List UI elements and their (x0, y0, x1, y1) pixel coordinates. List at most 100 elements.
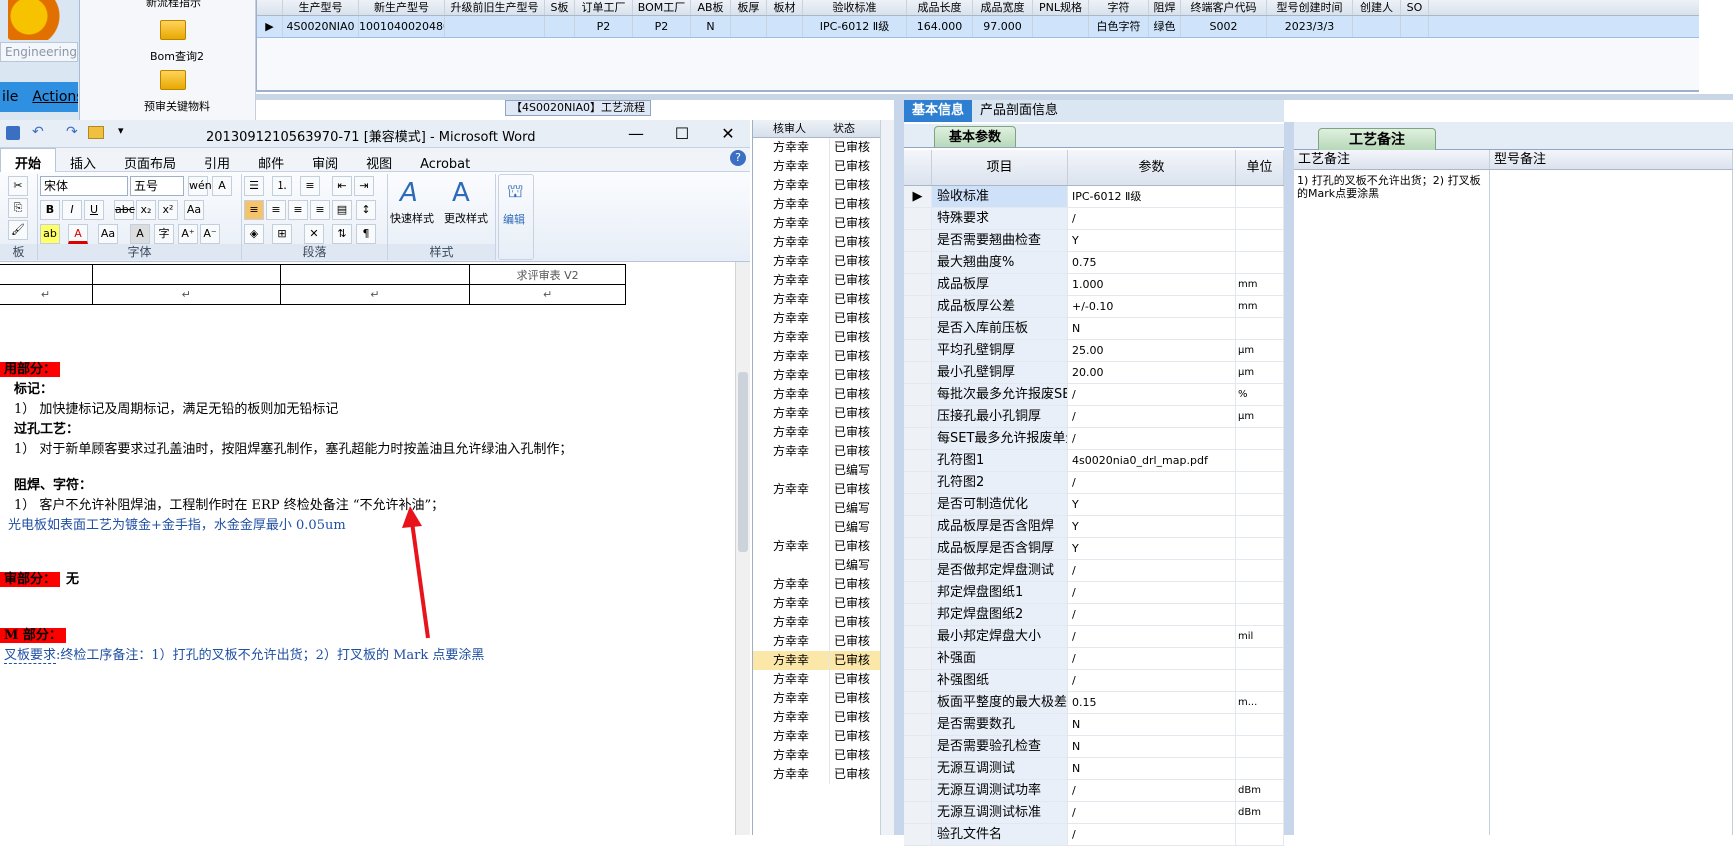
col-unit[interactable]: 单位 (1236, 150, 1284, 185)
model-grid-cell[interactable] (731, 16, 767, 37)
distributed-icon[interactable]: ▤ (332, 200, 352, 220)
param-value[interactable]: 0.15 (1068, 692, 1236, 713)
qat-dropdown-icon[interactable]: ▾ (118, 124, 124, 137)
col-reviewer[interactable]: 核审人 (753, 120, 829, 137)
param-value[interactable]: 25.00 (1068, 340, 1236, 361)
minimize-icon[interactable]: — (622, 124, 650, 144)
param-row[interactable]: 最大翘曲度% 0.75 (904, 252, 1284, 274)
param-row[interactable]: 板面平整度的最大极差 0.15 m... (904, 692, 1284, 714)
model-grid-cell[interactable]: 2023/3/3 (1267, 16, 1353, 37)
param-value[interactable]: Y (1068, 538, 1236, 559)
italic-icon[interactable]: I (62, 200, 82, 220)
col-item[interactable]: 项目 (932, 150, 1068, 185)
model-grid-col[interactable]: 升级前旧生产型号 (445, 0, 545, 15)
review-scrollbar[interactable] (880, 120, 894, 835)
review-row[interactable]: 方幸幸 已审核 (753, 575, 892, 594)
review-row[interactable]: 方幸幸 已审核 (753, 670, 892, 689)
clear-format-icon[interactable]: Aa (184, 200, 204, 220)
model-grid-cell[interactable]: 97.000 (973, 16, 1033, 37)
model-grid-cell[interactable] (445, 16, 545, 37)
numbering-icon[interactable]: ⒈ (272, 176, 292, 196)
process-note-cell[interactable]: 1) 打孔的叉板不允许出货；2) 打叉板的Mark点要涂黑 (1294, 170, 1490, 835)
model-grid-col[interactable]: 生产型号 (283, 0, 359, 15)
model-grid-col[interactable]: 板厚 (731, 0, 767, 15)
param-value[interactable]: Y (1068, 494, 1236, 515)
review-row[interactable]: 方幸幸 已审核 (753, 366, 892, 385)
param-row[interactable]: 无源互调测试功率 / dBm (904, 780, 1284, 802)
model-grid-col[interactable]: PNL规格 (1033, 0, 1089, 15)
param-value[interactable]: / (1068, 670, 1236, 691)
tool-pre-material[interactable]: 预审关键物料 (144, 98, 210, 114)
param-value[interactable]: / (1068, 802, 1236, 823)
review-row[interactable]: 方幸幸 已审核 (753, 195, 892, 214)
tab-insert[interactable]: 插入 (56, 149, 110, 173)
model-grid-cell[interactable]: ▶ (257, 16, 283, 37)
param-row[interactable]: 是否需要数孔 N (904, 714, 1284, 736)
param-row[interactable]: 无源互调测试 N (904, 758, 1284, 780)
model-grid-cell[interactable]: 4S0020NIA0 (283, 16, 359, 37)
font-name-select[interactable]: 宋体 (40, 176, 128, 196)
review-row[interactable]: 方幸幸 已审核 (753, 252, 892, 271)
tab-layout[interactable]: 页面布局 (110, 149, 190, 173)
col-process-note[interactable]: 工艺备注 (1294, 150, 1490, 169)
review-row[interactable]: 方幸幸 已审核 (753, 385, 892, 404)
char-shading-icon[interactable]: A (130, 224, 150, 244)
vertical-splitter[interactable] (1284, 122, 1294, 835)
model-grid-cell[interactable]: 白色字符 (1089, 16, 1149, 37)
tool-bom-query[interactable]: Bom查询2 (150, 48, 204, 64)
review-row[interactable]: 已编写 (753, 499, 892, 518)
font-size-select[interactable]: 五号 (130, 176, 184, 196)
review-row[interactable]: 方幸幸 已审核 (753, 480, 892, 499)
model-grid-cell[interactable]: IPC-6012 Ⅱ级 (803, 16, 907, 37)
process-flow-tab[interactable]: 【4S0020NIA0】工艺流程 (505, 100, 651, 116)
close-icon[interactable]: ✕ (714, 124, 742, 144)
redo-icon[interactable]: ↷ (66, 124, 78, 140)
param-value[interactable]: 20.00 (1068, 362, 1236, 383)
param-value[interactable]: / (1068, 560, 1236, 581)
justify-icon[interactable]: ≡ (310, 200, 330, 220)
param-value[interactable]: / (1068, 780, 1236, 801)
table-cell-review-form[interactable]: 求评审表 V2 (469, 264, 626, 285)
model-grid-col[interactable]: 订单工厂 (575, 0, 633, 15)
param-value[interactable]: N (1068, 758, 1236, 779)
model-grid-col[interactable]: 字符 (1089, 0, 1149, 15)
param-row[interactable]: 是否需要翘曲检查 Y (904, 230, 1284, 252)
review-row[interactable]: 方幸幸 已审核 (753, 271, 892, 290)
param-value[interactable]: +/-0.10 (1068, 296, 1236, 317)
param-value[interactable]: / (1068, 472, 1236, 493)
tab-profile-info[interactable]: 产品剖面信息 (972, 100, 1066, 122)
param-row[interactable]: ▶ 验收标准 IPC-6012 Ⅱ级 (904, 186, 1284, 208)
highlight-icon[interactable]: ab (40, 224, 60, 244)
change-styles-icon[interactable]: A (452, 178, 470, 208)
param-value[interactable]: / (1068, 626, 1236, 647)
model-grid-cell[interactable]: P2 (575, 16, 633, 37)
review-row[interactable]: 方幸幸 已审核 (753, 290, 892, 309)
tab-references[interactable]: 引用 (190, 149, 244, 173)
param-value[interactable]: / (1068, 208, 1236, 229)
param-value[interactable]: Y (1068, 230, 1236, 251)
model-grid-cell[interactable] (1353, 16, 1401, 37)
param-row[interactable]: 成品板厚是否含铜厚 Y (904, 538, 1284, 560)
review-row[interactable]: 方幸幸 已审核 (753, 765, 892, 784)
review-row[interactable]: 方幸幸 已审核 (753, 347, 892, 366)
param-value[interactable]: N (1068, 714, 1236, 735)
review-row[interactable]: 方幸幸 已审核 (753, 746, 892, 765)
param-row[interactable]: 成品板厚是否含阻焊 Y (904, 516, 1284, 538)
model-grid-col[interactable]: BOM工厂 (633, 0, 691, 15)
param-row[interactable]: 无源互调测试标准 / dBm (904, 802, 1284, 824)
binoculars-icon[interactable]: ⛫ (507, 181, 524, 205)
vertical-splitter[interactable] (894, 100, 904, 835)
show-marks-icon[interactable]: ¶ (356, 224, 376, 244)
model-grid-row[interactable]: ▶4S0020NIA010010400204800P2P2NIPC-6012 Ⅱ… (257, 16, 1699, 38)
tab-view[interactable]: 视图 (352, 149, 406, 173)
col-param[interactable]: 参数 (1068, 150, 1236, 185)
param-row[interactable]: 最小孔壁铜厚 20.00 μm (904, 362, 1284, 384)
review-row[interactable]: 方幸幸 已审核 (753, 537, 892, 556)
review-row[interactable]: 方幸幸 已审核 (753, 157, 892, 176)
model-grid-col[interactable]: SO (1401, 0, 1429, 15)
model-grid-cell[interactable] (1033, 16, 1089, 37)
tab-basic-info[interactable]: 基本信息 (904, 100, 973, 122)
model-grid-cell[interactable]: P2 (633, 16, 691, 37)
param-value[interactable]: Y (1068, 516, 1236, 537)
model-grid-col[interactable]: S板 (545, 0, 575, 15)
